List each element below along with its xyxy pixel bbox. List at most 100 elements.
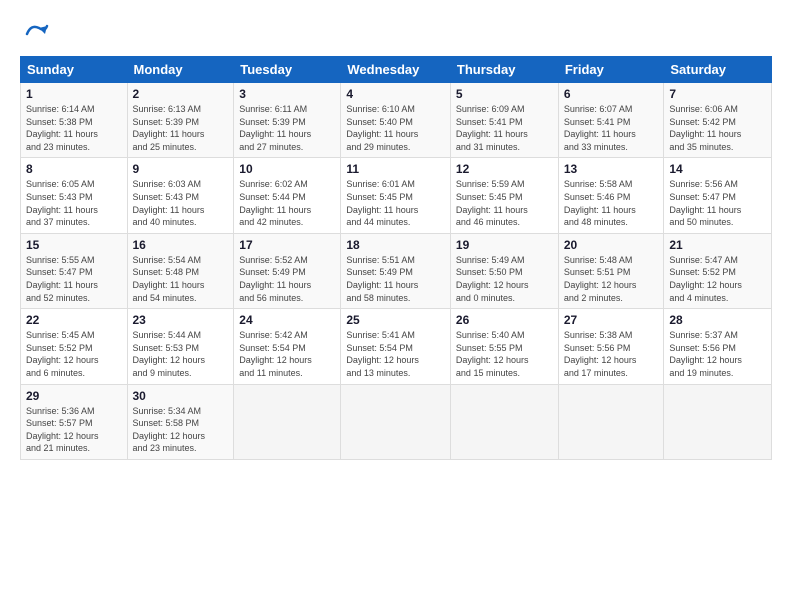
calendar-cell: 22 Sunrise: 5:45 AM Sunset: 5:52 PM Dayli… <box>21 309 128 384</box>
calendar-cell: 7 Sunrise: 6:06 AM Sunset: 5:42 PM Daylig… <box>664 83 772 158</box>
day-number: 8 <box>26 162 122 176</box>
calendar-cell: 5 Sunrise: 6:09 AM Sunset: 5:41 PM Daylig… <box>450 83 558 158</box>
logo <box>20 20 51 48</box>
day-info: Sunrise: 5:56 AM Sunset: 5:47 PM Dayligh… <box>669 178 766 228</box>
calendar-cell: 24 Sunrise: 5:42 AM Sunset: 5:54 PM Dayli… <box>234 309 341 384</box>
day-info: Sunrise: 5:49 AM Sunset: 5:50 PM Dayligh… <box>456 254 553 304</box>
day-info: Sunrise: 5:45 AM Sunset: 5:52 PM Dayligh… <box>26 329 122 379</box>
day-number: 24 <box>239 313 335 327</box>
day-number: 15 <box>26 238 122 252</box>
calendar-cell: 10 Sunrise: 6:02 AM Sunset: 5:44 PM Dayli… <box>234 158 341 233</box>
day-info: Sunrise: 5:40 AM Sunset: 5:55 PM Dayligh… <box>456 329 553 379</box>
day-number: 11 <box>346 162 445 176</box>
day-info: Sunrise: 6:14 AM Sunset: 5:38 PM Dayligh… <box>26 103 122 153</box>
calendar-day-header: Wednesday <box>341 57 451 83</box>
calendar-week-row: 15 Sunrise: 5:55 AM Sunset: 5:47 PM Dayli… <box>21 233 772 308</box>
calendar-cell: 17Sunrise: 5:52 AM Sunset: 5:49 PM Dayli… <box>234 233 341 308</box>
calendar-cell <box>664 384 772 459</box>
day-info: Sunrise: 5:54 AM Sunset: 5:48 PM Dayligh… <box>133 254 229 304</box>
calendar-cell: 9 Sunrise: 6:03 AM Sunset: 5:43 PM Daylig… <box>127 158 234 233</box>
calendar-day-header: Sunday <box>21 57 128 83</box>
calendar-cell <box>558 384 664 459</box>
day-number: 20 <box>564 238 659 252</box>
day-info: Sunrise: 5:34 AM Sunset: 5:58 PM Dayligh… <box>133 405 229 455</box>
day-number: 4 <box>346 87 445 101</box>
day-info: Sunrise: 5:44 AM Sunset: 5:53 PM Dayligh… <box>133 329 229 379</box>
day-number: 10 <box>239 162 335 176</box>
calendar-cell: 18 Sunrise: 5:51 AM Sunset: 5:49 PM Dayli… <box>341 233 451 308</box>
calendar-week-row: 8 Sunrise: 6:05 AM Sunset: 5:43 PM Daylig… <box>21 158 772 233</box>
calendar-cell: 23 Sunrise: 5:44 AM Sunset: 5:53 PM Dayli… <box>127 309 234 384</box>
day-number: 12 <box>456 162 553 176</box>
calendar-week-row: 29Sunrise: 5:36 AM Sunset: 5:57 PM Dayli… <box>21 384 772 459</box>
calendar-cell: 14 Sunrise: 5:56 AM Sunset: 5:47 PM Dayli… <box>664 158 772 233</box>
calendar-cell: 6 Sunrise: 6:07 AM Sunset: 5:41 PM Daylig… <box>558 83 664 158</box>
calendar-day-header: Friday <box>558 57 664 83</box>
day-info: Sunrise: 5:41 AM Sunset: 5:54 PM Dayligh… <box>346 329 445 379</box>
calendar-cell: 15 Sunrise: 5:55 AM Sunset: 5:47 PM Dayli… <box>21 233 128 308</box>
day-info: Sunrise: 5:51 AM Sunset: 5:49 PM Dayligh… <box>346 254 445 304</box>
day-number: 22 <box>26 313 122 327</box>
day-info: Sunrise: 6:02 AM Sunset: 5:44 PM Dayligh… <box>239 178 335 228</box>
day-number: 30 <box>133 389 229 403</box>
day-info: Sunrise: 5:42 AM Sunset: 5:54 PM Dayligh… <box>239 329 335 379</box>
calendar-cell: 28 Sunrise: 5:37 AM Sunset: 5:56 PM Dayli… <box>664 309 772 384</box>
day-info: Sunrise: 5:52 AM Sunset: 5:49 PM Dayligh… <box>239 254 335 304</box>
day-info: Sunrise: 5:36 AM Sunset: 5:57 PM Dayligh… <box>26 405 122 455</box>
calendar-cell: 13Sunrise: 5:58 AM Sunset: 5:46 PM Dayli… <box>558 158 664 233</box>
calendar: SundayMondayTuesdayWednesdayThursdayFrid… <box>20 56 772 460</box>
calendar-header-row: SundayMondayTuesdayWednesdayThursdayFrid… <box>21 57 772 83</box>
day-info: Sunrise: 6:03 AM Sunset: 5:43 PM Dayligh… <box>133 178 229 228</box>
day-number: 3 <box>239 87 335 101</box>
page: SundayMondayTuesdayWednesdayThursdayFrid… <box>0 0 792 470</box>
day-info: Sunrise: 6:11 AM Sunset: 5:39 PM Dayligh… <box>239 103 335 153</box>
calendar-cell: 19 Sunrise: 5:49 AM Sunset: 5:50 PM Dayli… <box>450 233 558 308</box>
calendar-day-header: Saturday <box>664 57 772 83</box>
calendar-cell: 16 Sunrise: 5:54 AM Sunset: 5:48 PM Dayli… <box>127 233 234 308</box>
calendar-cell: 30 Sunrise: 5:34 AM Sunset: 5:58 PM Dayli… <box>127 384 234 459</box>
header-area <box>20 16 772 48</box>
day-number: 21 <box>669 238 766 252</box>
day-info: Sunrise: 5:37 AM Sunset: 5:56 PM Dayligh… <box>669 329 766 379</box>
day-info: Sunrise: 6:13 AM Sunset: 5:39 PM Dayligh… <box>133 103 229 153</box>
calendar-cell <box>234 384 341 459</box>
calendar-cell: 25 Sunrise: 5:41 AM Sunset: 5:54 PM Dayli… <box>341 309 451 384</box>
day-info: Sunrise: 5:48 AM Sunset: 5:51 PM Dayligh… <box>564 254 659 304</box>
day-number: 27 <box>564 313 659 327</box>
day-number: 23 <box>133 313 229 327</box>
day-info: Sunrise: 6:06 AM Sunset: 5:42 PM Dayligh… <box>669 103 766 153</box>
calendar-cell: 11 Sunrise: 6:01 AM Sunset: 5:45 PM Dayli… <box>341 158 451 233</box>
day-number: 28 <box>669 313 766 327</box>
day-info: Sunrise: 6:05 AM Sunset: 5:43 PM Dayligh… <box>26 178 122 228</box>
calendar-cell: 26Sunrise: 5:40 AM Sunset: 5:55 PM Dayli… <box>450 309 558 384</box>
day-number: 13 <box>564 162 659 176</box>
calendar-cell: 12 Sunrise: 5:59 AM Sunset: 5:45 PM Dayli… <box>450 158 558 233</box>
day-number: 14 <box>669 162 766 176</box>
calendar-cell: 20 Sunrise: 5:48 AM Sunset: 5:51 PM Dayli… <box>558 233 664 308</box>
day-number: 25 <box>346 313 445 327</box>
calendar-cell <box>341 384 451 459</box>
calendar-week-row: 22 Sunrise: 5:45 AM Sunset: 5:52 PM Dayli… <box>21 309 772 384</box>
calendar-cell: 2 Sunrise: 6:13 AM Sunset: 5:39 PM Daylig… <box>127 83 234 158</box>
day-number: 16 <box>133 238 229 252</box>
day-number: 18 <box>346 238 445 252</box>
day-number: 7 <box>669 87 766 101</box>
day-number: 5 <box>456 87 553 101</box>
day-info: Sunrise: 6:09 AM Sunset: 5:41 PM Dayligh… <box>456 103 553 153</box>
day-info: Sunrise: 5:55 AM Sunset: 5:47 PM Dayligh… <box>26 254 122 304</box>
calendar-cell: 29Sunrise: 5:36 AM Sunset: 5:57 PM Dayli… <box>21 384 128 459</box>
calendar-cell: 27 Sunrise: 5:38 AM Sunset: 5:56 PM Dayli… <box>558 309 664 384</box>
day-number: 1 <box>26 87 122 101</box>
day-info: Sunrise: 6:07 AM Sunset: 5:41 PM Dayligh… <box>564 103 659 153</box>
day-number: 2 <box>133 87 229 101</box>
calendar-cell <box>450 384 558 459</box>
day-info: Sunrise: 5:38 AM Sunset: 5:56 PM Dayligh… <box>564 329 659 379</box>
calendar-cell: 1 Sunrise: 6:14 AM Sunset: 5:38 PM Daylig… <box>21 83 128 158</box>
day-number: 19 <box>456 238 553 252</box>
calendar-week-row: 1 Sunrise: 6:14 AM Sunset: 5:38 PM Daylig… <box>21 83 772 158</box>
day-number: 6 <box>564 87 659 101</box>
day-info: Sunrise: 5:59 AM Sunset: 5:45 PM Dayligh… <box>456 178 553 228</box>
calendar-cell: 3 Sunrise: 6:11 AM Sunset: 5:39 PM Daylig… <box>234 83 341 158</box>
day-info: Sunrise: 6:01 AM Sunset: 5:45 PM Dayligh… <box>346 178 445 228</box>
day-number: 9 <box>133 162 229 176</box>
